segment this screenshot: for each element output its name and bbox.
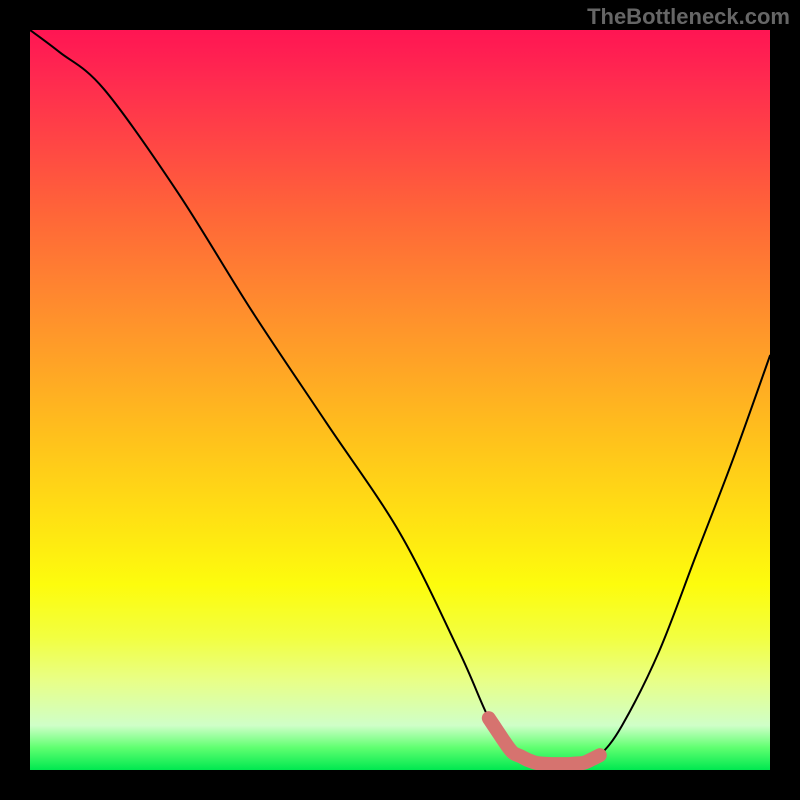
highlight-segment-path [489,718,600,764]
curve-overlay [30,30,770,770]
plot-area [30,30,770,770]
watermark-text: TheBottleneck.com [587,4,790,30]
chart-container: TheBottleneck.com [0,0,800,800]
bottleneck-curve-path [30,30,770,764]
